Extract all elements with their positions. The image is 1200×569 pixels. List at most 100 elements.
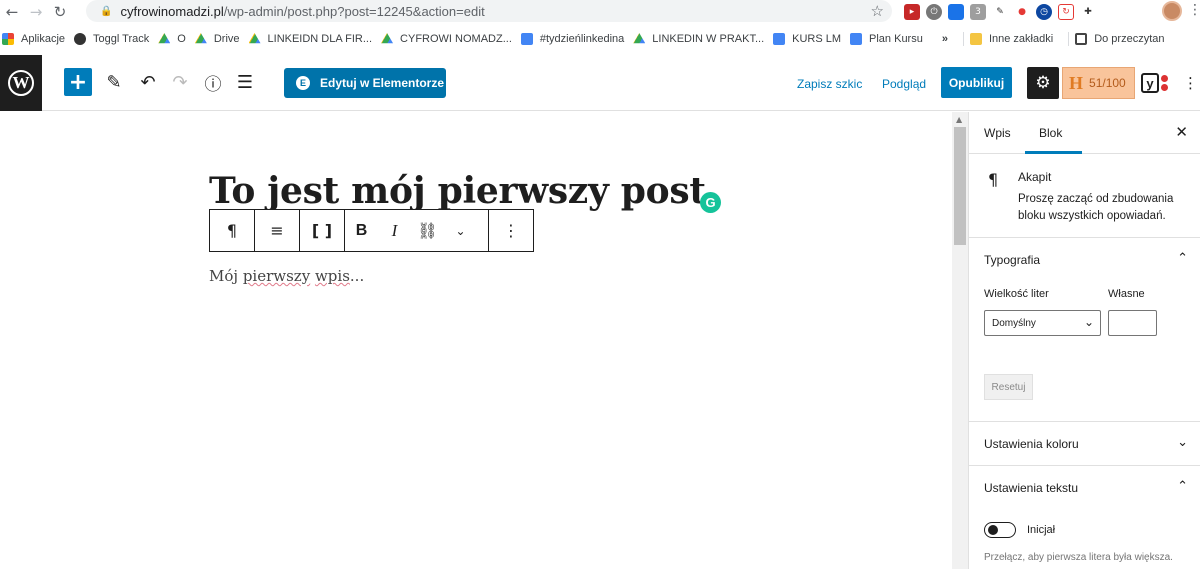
text-settings-header[interactable]: Ustawienia tekstu ⌃ bbox=[969, 466, 1200, 510]
save-draft-button[interactable]: Zapisz szkic bbox=[797, 77, 862, 91]
puzzle-icon[interactable]: ✚ bbox=[1080, 4, 1096, 20]
score-h-icon: H bbox=[1069, 72, 1084, 93]
extension-clock-icon[interactable]: ◷ bbox=[1036, 4, 1052, 20]
settings-gear-icon[interactable]: ⚙ bbox=[1027, 67, 1059, 99]
elementor-label: Edytuj w Elementorze bbox=[320, 76, 445, 90]
brackets-icon[interactable]: [ ] bbox=[300, 210, 344, 251]
url-field[interactable]: 🔒 cyfrowinomadzi.pl/wp-admin/post.php?po… bbox=[86, 0, 892, 22]
font-size-value: Domyślny bbox=[992, 317, 1036, 329]
bookmark-cyfrowi-nomadzi[interactable]: CYFROWI NOMADZ... bbox=[381, 28, 512, 50]
publish-button[interactable]: Opublikuj bbox=[941, 67, 1012, 98]
typography-title[interactable]: Typografia bbox=[984, 253, 1040, 267]
bookmark-label: Inne zakładki bbox=[988, 33, 1054, 45]
italic-icon[interactable]: I bbox=[378, 210, 411, 251]
bookmark-other[interactable]: Inne zakładki bbox=[969, 28, 1054, 50]
paragraph-icon: ¶ bbox=[988, 170, 999, 189]
bookmark-kurs-lm[interactable]: KURS LM bbox=[773, 28, 841, 50]
paragraph-block[interactable]: Mój pierwszy wpis... bbox=[209, 267, 364, 285]
tab-block[interactable]: Blok bbox=[1024, 126, 1083, 154]
bold-icon[interactable]: B bbox=[345, 210, 378, 251]
bookmark-linkedin-dla-firm[interactable]: LINKEIDN DLA FIR... bbox=[248, 28, 373, 50]
dropcap-toggle[interactable] bbox=[984, 522, 1016, 538]
chevron-down-icon: ⌄ bbox=[1083, 315, 1094, 329]
browser-menu-icon[interactable]: ⋮ bbox=[1188, 2, 1200, 18]
more-options-icon[interactable]: ⋮ bbox=[1183, 74, 1198, 92]
reload-icon[interactable]: ↻ bbox=[48, 0, 72, 24]
bookmarks-bar: Aplikacje Toggl Track O Drive LINKEIDN D… bbox=[0, 28, 1200, 50]
drive-icon bbox=[158, 33, 171, 44]
yoast-button[interactable]: y bbox=[1141, 70, 1171, 96]
reading-list-icon bbox=[1075, 33, 1088, 45]
reading-list[interactable]: Do przeczytan bbox=[1075, 28, 1165, 50]
font-size-select[interactable]: Domyślny ⌄ bbox=[984, 310, 1101, 336]
extension-grey-icon[interactable]: 3 bbox=[970, 4, 986, 20]
extension-power-icon[interactable]: ⏻ bbox=[926, 4, 942, 20]
bookmark-o[interactable]: O bbox=[158, 28, 186, 50]
drive-icon bbox=[248, 33, 261, 44]
bookmark-star-icon[interactable]: ☆ bbox=[871, 2, 884, 20]
bookmark-drive[interactable]: Drive bbox=[194, 28, 240, 50]
seo-score-button[interactable]: H 51/100 bbox=[1062, 67, 1135, 99]
back-arrow-icon[interactable]: ← bbox=[0, 0, 24, 24]
extension-blue-icon[interactable] bbox=[948, 4, 964, 20]
editor-canvas: To jest mój pierwszy post G ¶ ≡ [ ] B I … bbox=[0, 112, 952, 569]
edit-with-elementor-button[interactable]: E Edytuj w Elementorze bbox=[284, 68, 446, 98]
score-value: 51/100 bbox=[1089, 76, 1126, 90]
grammarly-icon[interactable]: G bbox=[700, 192, 721, 213]
extension-orange-icon[interactable]: ↻ bbox=[1058, 4, 1074, 20]
bookmark-toggl[interactable]: Toggl Track bbox=[74, 28, 149, 50]
bookmark-label: LINKEIDN DLA FIR... bbox=[267, 33, 373, 45]
align-left-icon[interactable]: ≡ bbox=[255, 210, 299, 251]
chevron-down-icon: ⌄ bbox=[1177, 435, 1188, 450]
extension-pin-icon[interactable]: ● bbox=[1014, 4, 1030, 20]
block-description: Proszę zacząć od zbudowania bloku wszyst… bbox=[1018, 193, 1174, 222]
drive-icon bbox=[194, 33, 207, 44]
post-title[interactable]: To jest mój pierwszy post bbox=[209, 170, 706, 212]
redo-icon[interactable]: ↷ bbox=[166, 68, 194, 96]
block-card: ¶ Akapit Proszę zacząć od zbudowania blo… bbox=[969, 154, 1200, 238]
apps-grid-icon bbox=[2, 33, 14, 45]
more-bookmarks-button[interactable]: » bbox=[942, 28, 948, 50]
wordpress-logo-icon[interactable]: W bbox=[0, 55, 42, 111]
bookmark-label: Drive bbox=[213, 33, 240, 45]
eyedropper-icon[interactable]: ✎ bbox=[992, 4, 1008, 20]
list-view-icon[interactable]: ☰ bbox=[231, 68, 259, 96]
tab-post[interactable]: Wpis bbox=[984, 126, 1011, 140]
block-options-icon[interactable]: ⋮ bbox=[489, 210, 533, 251]
paragraph-block-icon[interactable]: ¶ bbox=[210, 210, 254, 251]
extensions-row: ▸ ⏻ 3 ✎ ● ◷ ↻ ✚ bbox=[904, 2, 1096, 22]
folder-icon bbox=[969, 33, 982, 45]
chevron-down-icon[interactable]: ⌄ bbox=[444, 210, 477, 251]
bookmark-label: Plan Kursu bbox=[869, 33, 923, 45]
bookmark-label: Aplikacje bbox=[21, 33, 66, 45]
reset-button[interactable]: Resetuj bbox=[984, 374, 1033, 400]
url-path: /wp-admin/post.php?post=12245&action=edi… bbox=[223, 3, 485, 19]
scroll-up-icon[interactable]: ▲ bbox=[956, 115, 962, 124]
editor-scrollbar[interactable]: ▲ bbox=[952, 112, 968, 569]
add-block-button[interactable]: + bbox=[64, 68, 92, 96]
profile-avatar[interactable] bbox=[1162, 1, 1182, 21]
edit-tool-icon[interactable]: ✎ bbox=[100, 68, 128, 96]
close-icon[interactable]: ✕ bbox=[1175, 123, 1188, 141]
bookmark-linkedin-w-praktyce[interactable]: LINKEDIN W PRAKT... bbox=[633, 28, 764, 50]
custom-size-label: Własne bbox=[1108, 288, 1145, 300]
color-settings-panel[interactable]: Ustawienia koloru ⌄ bbox=[969, 422, 1200, 466]
info-icon[interactable]: ⓘ bbox=[199, 68, 227, 96]
bookmark-plan-kursu[interactable]: Plan Kursu bbox=[850, 28, 923, 50]
chevron-up-icon[interactable]: ⌃ bbox=[1177, 251, 1188, 266]
preview-button[interactable]: Podgląd bbox=[882, 77, 926, 91]
block-name: Akapit bbox=[1018, 170, 1052, 184]
link-icon[interactable]: ⛓ bbox=[411, 210, 444, 251]
dropcap-toggle-row[interactable]: Inicjał bbox=[984, 522, 1055, 538]
scrollbar-thumb[interactable] bbox=[954, 127, 966, 245]
editor-top-toolbar: W + ✎ ↶ ↷ ⓘ ☰ E Edytuj w Elementorze Zap… bbox=[0, 55, 1200, 111]
undo-icon[interactable]: ↶ bbox=[134, 68, 162, 96]
text-settings-panel: Ustawienia tekstu ⌃ Inicjał Przełącz, ab… bbox=[969, 466, 1200, 563]
bookmark-tydzien-linkedina[interactable]: #tydzieńlinkedina bbox=[520, 28, 624, 50]
bookmark-label: KURS LM bbox=[792, 33, 842, 45]
spelling-word: pierwszy bbox=[242, 267, 311, 285]
forward-arrow-icon[interactable]: → bbox=[24, 0, 48, 24]
custom-size-input[interactable] bbox=[1108, 310, 1157, 336]
bookmark-apps[interactable]: Aplikacje bbox=[2, 28, 65, 50]
extension-red-icon[interactable]: ▸ bbox=[904, 4, 920, 20]
